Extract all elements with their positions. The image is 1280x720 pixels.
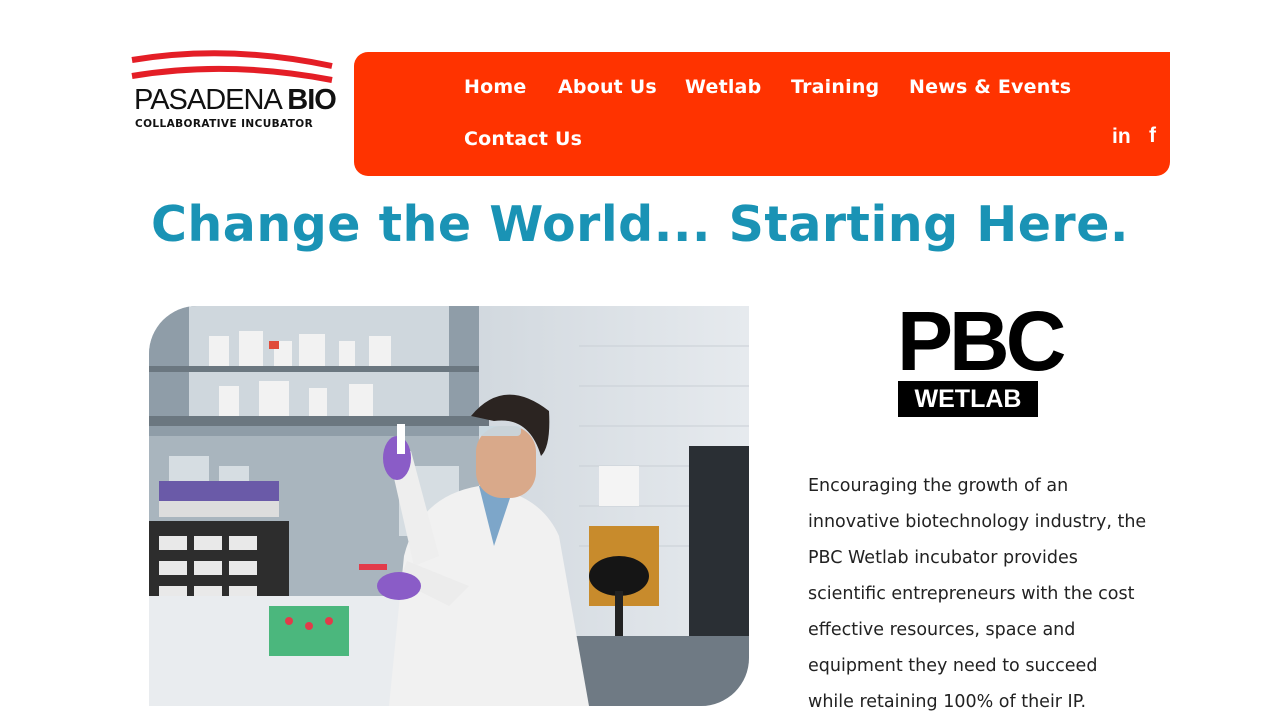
nav-wetlab[interactable]: Wetlab (685, 76, 761, 98)
main-navigation: Home About Us Wetlab Training News & Eve… (354, 52, 1170, 176)
lab-scientist-illustration (149, 306, 749, 706)
wetlab-description: Encouraging the growth of an innovative … (808, 476, 1147, 712)
logo-wordmark: PASADENA BIO (134, 84, 337, 116)
pbc-wetlab-logo: PBC WETLAB (897, 296, 1066, 418)
pbc-logo-subtitle: WETLAB (898, 381, 1038, 417)
hero-lab-image (149, 306, 749, 706)
nav-about-us[interactable]: About Us (558, 76, 657, 98)
nav-training[interactable]: Training (791, 76, 879, 98)
nav-contact-us[interactable]: Contact Us (464, 128, 582, 150)
facebook-icon[interactable]: f (1149, 124, 1156, 148)
nav-home[interactable]: Home (464, 76, 526, 98)
logo-tagline: COLLABORATIVE INCUBATOR (135, 118, 314, 130)
logo-swoosh-icon (131, 50, 333, 83)
linkedin-icon[interactable]: in (1112, 125, 1131, 149)
page-headline: Change the World... Starting Here. (150, 196, 1130, 253)
pasadena-bio-logo[interactable]: PASADENA BIO COLLABORATIVE INCUBATOR (128, 46, 337, 136)
pbc-logo-title: PBC (897, 294, 1066, 388)
nav-news-events[interactable]: News & Events (909, 76, 1071, 98)
